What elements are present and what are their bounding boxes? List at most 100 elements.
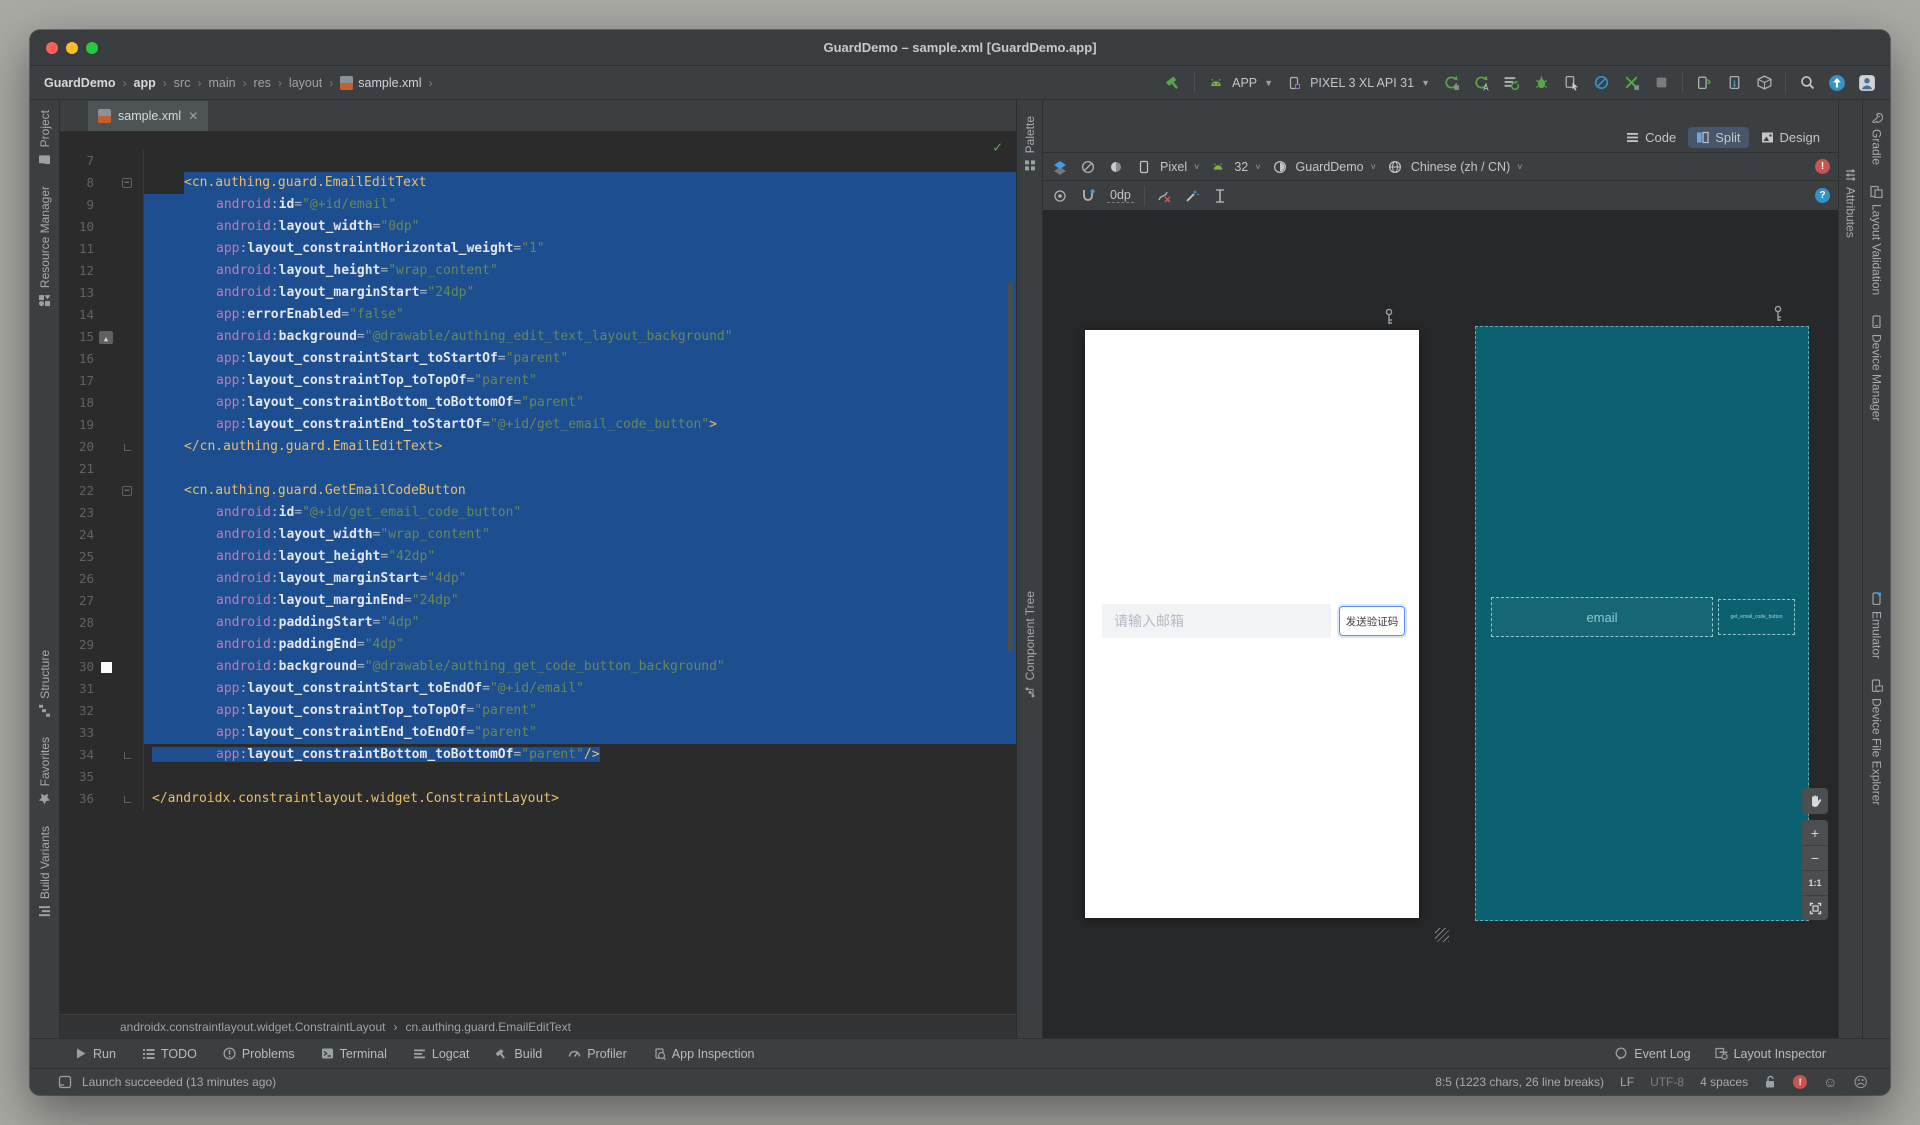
breadcrumb-item-src[interactable]: src bbox=[174, 76, 191, 90]
debug-icon[interactable] bbox=[1532, 74, 1550, 92]
fold-end-icon[interactable] bbox=[124, 752, 131, 759]
tool-window-tab-device-manager[interactable]: Device Manager bbox=[1870, 305, 1884, 431]
tool-window-tab-favorites[interactable]: Favorites bbox=[38, 727, 52, 815]
device-resize-handle[interactable] bbox=[1435, 928, 1449, 942]
status-message[interactable]: Launch succeeded (13 minutes ago) bbox=[82, 1075, 276, 1089]
feedback-sad-icon[interactable]: ☹ bbox=[1853, 1074, 1868, 1091]
code-line-9[interactable]: 9android:id="@+id/email" bbox=[60, 194, 1016, 216]
indent-setting[interactable]: 4 spaces bbox=[1700, 1075, 1748, 1089]
avatar-icon[interactable] bbox=[1858, 74, 1876, 92]
code-line-13[interactable]: 13android:layout_marginStart="24dp" bbox=[60, 282, 1016, 304]
zoom-reset-button[interactable]: 1:1 bbox=[1802, 870, 1828, 895]
mode-split-button[interactable]: Split bbox=[1688, 127, 1748, 148]
pack-icon[interactable] bbox=[1211, 187, 1229, 205]
code-line-26[interactable]: 26android:layout_marginStart="4dp" bbox=[60, 568, 1016, 590]
lock-icon[interactable] bbox=[1764, 1075, 1777, 1089]
breadcrumb-item-res[interactable]: res bbox=[254, 76, 271, 90]
tool-window-tab-emulator[interactable]: Emulator bbox=[1870, 582, 1884, 669]
code-line-29[interactable]: 29android:paddingEnd="4dp" bbox=[60, 634, 1016, 656]
theme-selector[interactable]: GuardDemo ˅ bbox=[1271, 158, 1376, 176]
tool-window-tab-gradle[interactable]: Gradle bbox=[1870, 100, 1884, 175]
tool-window-button-logcat[interactable]: Logcat bbox=[413, 1047, 470, 1061]
code-line-24[interactable]: 24android:layout_width="wrap_content" bbox=[60, 524, 1016, 546]
layout-preview-icon[interactable] bbox=[58, 1075, 72, 1089]
default-margins-selector[interactable]: 0dp bbox=[1107, 188, 1134, 203]
breadcrumb-item-layout[interactable]: layout bbox=[289, 76, 322, 90]
api-version-selector[interactable]: 32 ˅ bbox=[1209, 158, 1260, 176]
breadcrumb-item-main[interactable]: main bbox=[208, 76, 235, 90]
code-line-32[interactable]: 32app:layout_constraintTop_toTopOf="pare… bbox=[60, 700, 1016, 722]
device-selector[interactable]: PIXEL 3 XL API 31 ▼ bbox=[1285, 74, 1430, 92]
code-line-23[interactable]: 23android:id="@+id/get_email_code_button… bbox=[60, 502, 1016, 524]
tool-window-tab-attributes[interactable]: Attributes bbox=[1844, 158, 1858, 248]
code-line-15[interactable]: 15▲android:background="@drawable/authing… bbox=[60, 326, 1016, 348]
code-line-10[interactable]: 10android:layout_width="0dp" bbox=[60, 216, 1016, 238]
preview-device-selector[interactable]: Pixel ˅ bbox=[1135, 158, 1199, 176]
code-line-34[interactable]: 34app:layout_constraintBottom_toBottomOf… bbox=[60, 744, 1016, 766]
design-surface[interactable]: 请输入邮箱 发送验证码 email get_email_code_button bbox=[1043, 210, 1838, 1038]
tool-window-tab-structure[interactable]: Structure bbox=[38, 640, 52, 728]
run-config-selector[interactable]: APP ▼ bbox=[1207, 74, 1273, 92]
tool-window-button-terminal[interactable]: Terminal bbox=[321, 1047, 387, 1061]
code-line-33[interactable]: 33app:layout_constraintEnd_toEndOf="pare… bbox=[60, 722, 1016, 744]
tab-component-tree[interactable]: Component Tree bbox=[1023, 581, 1037, 708]
pan-tool-button[interactable] bbox=[1802, 788, 1828, 814]
code-editor[interactable]: 78−<cn.authing.guard.EmailEditText9andro… bbox=[60, 132, 1016, 1014]
apply-changes-icon[interactable] bbox=[1442, 74, 1460, 92]
autoconnect-icon[interactable] bbox=[1079, 187, 1097, 205]
tool-window-button-layout-inspector[interactable]: Layout Inspector bbox=[1715, 1047, 1826, 1061]
code-line-7[interactable]: 7 bbox=[60, 150, 1016, 172]
tool-window-button-profiler[interactable]: Profiler bbox=[568, 1047, 627, 1061]
code-line-12[interactable]: 12android:layout_height="wrap_content" bbox=[60, 260, 1016, 282]
code-line-22[interactable]: 22−<cn.authing.guard.GetEmailCodeButton bbox=[60, 480, 1016, 502]
code-line-27[interactable]: 27android:layout_marginEnd="24dp" bbox=[60, 590, 1016, 612]
zoom-to-fit-button[interactable] bbox=[1802, 895, 1828, 920]
code-line-8[interactable]: 8−<cn.authing.guard.EmailEditText bbox=[60, 172, 1016, 194]
breadcrumb-item-sample-xml[interactable]: sample.xml bbox=[340, 76, 421, 90]
tool-window-tab-device-file-explorer[interactable]: Device File Explorer bbox=[1870, 669, 1884, 815]
update-icon[interactable] bbox=[1828, 74, 1846, 92]
error-indicator-icon[interactable]: ! bbox=[1793, 1075, 1807, 1089]
fold-collapse-icon[interactable]: − bbox=[122, 178, 132, 188]
color-preview-icon[interactable] bbox=[101, 662, 112, 673]
code-line-25[interactable]: 25android:layout_height="42dp" bbox=[60, 546, 1016, 568]
blueprint-email-view[interactable]: email bbox=[1491, 597, 1713, 637]
attach-debugger-icon[interactable] bbox=[1562, 74, 1580, 92]
device-manager-icon[interactable] bbox=[1725, 74, 1743, 92]
code-line-16[interactable]: 16app:layout_constraintStart_toStartOf="… bbox=[60, 348, 1016, 370]
tool-window-tab-resource-manager[interactable]: Resource Manager bbox=[38, 176, 52, 317]
code-line-17[interactable]: 17app:layout_constraintTop_toTopOf="pare… bbox=[60, 370, 1016, 392]
breadcrumb-constraintlayout[interactable]: androidx.constraintlayout.widget.Constra… bbox=[120, 1020, 386, 1034]
line-ending[interactable]: LF bbox=[1620, 1075, 1634, 1089]
sdk-manager-icon[interactable] bbox=[1755, 74, 1773, 92]
device-preview-blueprint[interactable]: email get_email_code_button bbox=[1475, 326, 1809, 921]
tool-window-button-build[interactable]: Build bbox=[495, 1047, 542, 1061]
tool-window-tab-project[interactable]: Project bbox=[38, 100, 52, 176]
zoom-out-button[interactable]: − bbox=[1802, 845, 1828, 870]
issue-panel-badge[interactable]: ! bbox=[1815, 159, 1830, 174]
tool-window-tab-layout-validation[interactable]: Layout Validation bbox=[1870, 175, 1884, 305]
code-line-21[interactable]: 21 bbox=[60, 458, 1016, 480]
blueprint-get-code-button-view[interactable]: get_email_code_button bbox=[1718, 599, 1795, 635]
caret-position[interactable]: 8:5 (1223 chars, 26 line breaks) bbox=[1435, 1075, 1604, 1089]
feedback-happy-icon[interactable]: ☺ bbox=[1823, 1074, 1837, 1090]
fold-end-icon[interactable] bbox=[124, 796, 131, 803]
drawable-preview-icon[interactable]: ▲ bbox=[99, 331, 113, 344]
editor-scrollbar[interactable] bbox=[1008, 282, 1013, 652]
apply-code-changes-icon[interactable]: A bbox=[1472, 74, 1490, 92]
code-line-31[interactable]: 31app:layout_constraintStart_toEndOf="@+… bbox=[60, 678, 1016, 700]
send-code-button-preview[interactable]: 发送验证码 bbox=[1339, 606, 1405, 636]
email-input-preview[interactable]: 请输入邮箱 bbox=[1102, 604, 1331, 638]
profile-low-overhead-icon[interactable] bbox=[1622, 74, 1640, 92]
zoom-in-button[interactable]: + bbox=[1802, 820, 1828, 845]
breadcrumb-emailedittext[interactable]: cn.authing.guard.EmailEditText bbox=[406, 1020, 571, 1034]
locale-selector[interactable]: Chinese (zh / CN) ˅ bbox=[1386, 158, 1523, 176]
stop-icon[interactable] bbox=[1652, 74, 1670, 92]
help-icon[interactable]: ? bbox=[1815, 188, 1830, 203]
close-tab-icon[interactable]: ✕ bbox=[188, 109, 198, 123]
code-line-20[interactable]: 20</cn.authing.guard.EmailEditText> bbox=[60, 436, 1016, 458]
code-line-11[interactable]: 11app:layout_constraintHorizontal_weight… bbox=[60, 238, 1016, 260]
device-mirroring-icon[interactable] bbox=[1695, 74, 1713, 92]
night-mode-icon[interactable] bbox=[1107, 158, 1125, 176]
infer-constraints-icon[interactable] bbox=[1183, 187, 1201, 205]
